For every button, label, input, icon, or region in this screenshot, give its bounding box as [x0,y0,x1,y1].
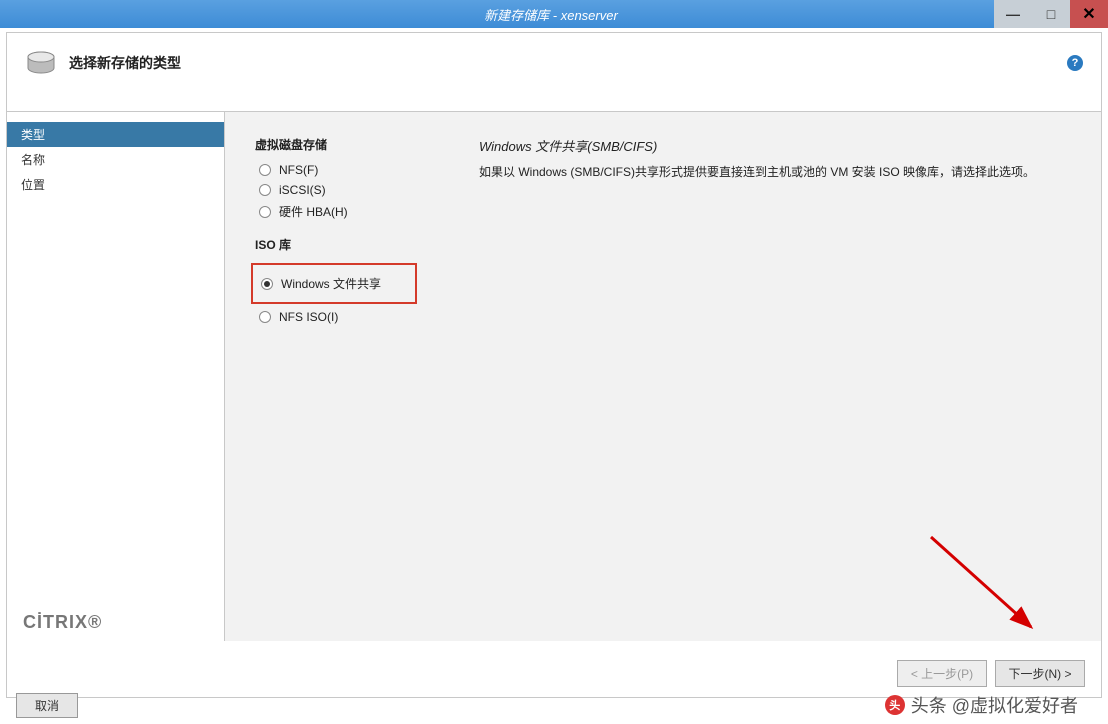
watermark-text: 头条 @虚拟化爱好者 [911,692,1078,718]
window-title: 新建存储库 - xenserver [108,5,994,24]
radio-label: 硬件 HBA(H) [279,203,348,220]
step-name[interactable]: 名称 [7,147,224,172]
next-button[interactable]: 下一步(N) > [995,660,1085,687]
help-icon[interactable]: ? [1067,55,1083,71]
wizard-steps: 类型 名称 位置 [7,112,225,641]
wizard-content: 虚拟磁盘存储 NFS(F) iSCSI(S) 硬件 HBA(H) ISO 库 [225,112,1101,641]
wizard-nav: < 上一步(P) 下一步(N) > [897,660,1085,687]
radio-label: iSCSI(S) [279,183,326,197]
prev-button: < 上一步(P) [897,660,987,687]
group-vdisk-title: 虚拟磁盘存储 [255,136,465,153]
close-button[interactable]: ✕ [1070,0,1108,28]
titlebar: 新建存储库 - xenserver — □ ✕ [0,0,1108,28]
radio-icon [259,311,271,323]
step-location[interactable]: 位置 [7,172,224,197]
radio-hba[interactable]: 硬件 HBA(H) [259,203,465,220]
watermark: 头 头条 @虚拟化爱好者 [885,692,1078,718]
minimize-button[interactable]: — [994,0,1032,28]
radio-nfs-iso[interactable]: NFS ISO(I) [259,310,465,324]
watermark-logo-icon: 头 [885,695,905,715]
step-type[interactable]: 类型 [7,122,224,147]
main-frame: 选择新存储的类型 ? 类型 名称 位置 虚拟磁盘存储 NFS(F) iSCSI(… [6,32,1102,698]
citrix-logo: CİTRIX® [23,612,102,633]
description-column: Windows 文件共享(SMB/CIFS) 如果以 Windows (SMB/… [465,136,1071,617]
description-title: Windows 文件共享(SMB/CIFS) [479,136,1071,155]
radio-iscsi[interactable]: iSCSI(S) [259,183,465,197]
radio-icon [259,184,271,196]
maximize-button[interactable]: □ [1032,0,1070,28]
banner-heading: 选择新存储的类型 [69,53,181,73]
radio-windows-share[interactable]: Windows 文件共享 [261,275,415,292]
wizard-body: 类型 名称 位置 虚拟磁盘存储 NFS(F) iSCSI(S) 硬件 HBA(H… [7,111,1101,641]
group-iso-title: ISO 库 [255,236,465,253]
radio-icon [259,206,271,218]
options-column: 虚拟磁盘存储 NFS(F) iSCSI(S) 硬件 HBA(H) ISO 库 [255,136,465,617]
storage-icon [25,51,57,75]
cancel-button[interactable]: 取消 [16,693,78,718]
radio-label: NFS(F) [279,163,318,177]
window-controls: — □ ✕ [994,0,1108,28]
description-body: 如果以 Windows (SMB/CIFS)共享形式提供要直接连到主机或池的 V… [479,163,1071,181]
radio-icon [261,278,273,290]
radio-nfs[interactable]: NFS(F) [259,163,465,177]
radio-label: Windows 文件共享 [281,275,381,292]
radio-label: NFS ISO(I) [279,310,338,324]
wizard-banner: 选择新存储的类型 ? [7,33,1101,93]
highlight-selection: Windows 文件共享 [251,263,417,304]
radio-icon [259,164,271,176]
